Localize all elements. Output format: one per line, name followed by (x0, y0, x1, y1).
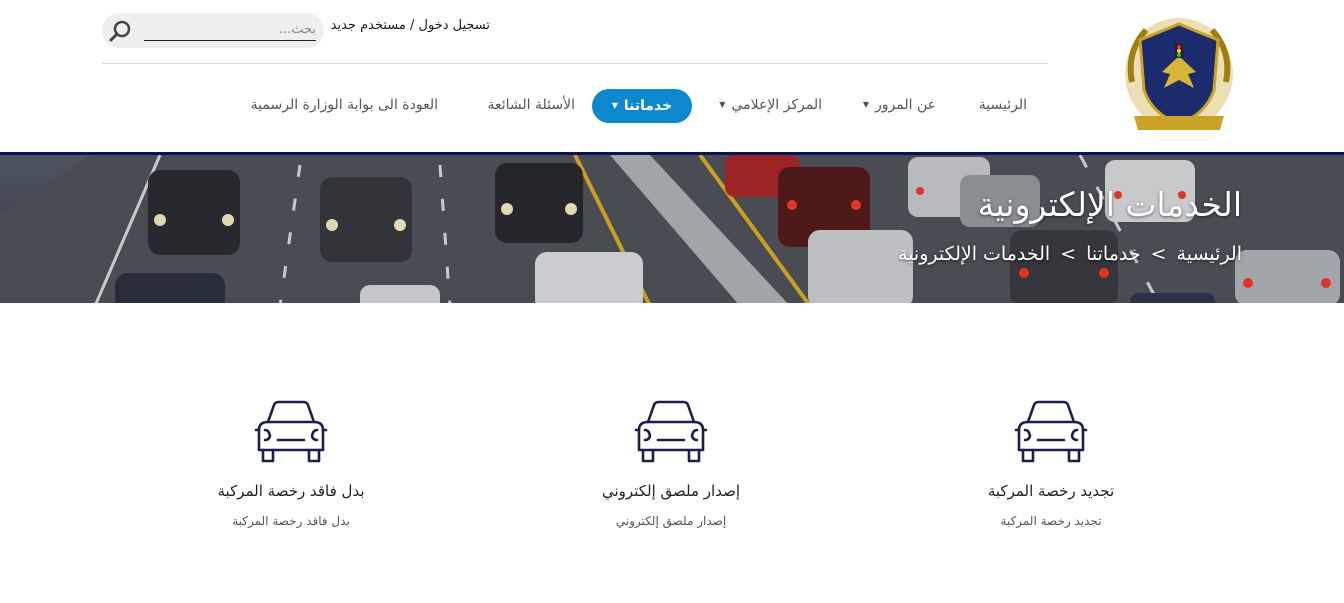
main-nav: الرئيسية عن المرور ▼ المركز الإعلامي ▼ خدم… (230, 88, 1040, 124)
page-title: الخدمات الإلكترونية (977, 185, 1242, 224)
nav-item-media-center[interactable]: المركز الإعلامي ▼ (712, 88, 822, 122)
page-banner: الخدمات الإلكترونية الرئيسية > خدماتنا > الخ… (0, 152, 1344, 303)
breadcrumb-current: الخدمات الإلكترونية (898, 243, 1051, 265)
nav-item-label: عن المرور (875, 97, 936, 113)
caret-down-icon: ▼ (862, 100, 870, 109)
register-link[interactable]: مستخدم جديد (331, 18, 406, 33)
account-separator: / (405, 18, 419, 33)
ministry-logo[interactable] (1122, 12, 1236, 136)
car-icon (254, 400, 328, 463)
nav-item-ministry-portal[interactable]: العودة الى بوابة الوزارة الرسمية (242, 88, 438, 122)
nav-item-label: العودة الى بوابة الوزارة الرسمية (250, 97, 438, 113)
header-divider (102, 63, 1048, 64)
breadcrumb: الرئيسية > خدماتنا > الخدمات الإلكترونية (898, 243, 1242, 265)
service-description: تجديد رخصة المركبة (1000, 514, 1102, 528)
service-card-lost-license[interactable]: بدل فاقد رخصة المركبة بدل فاقد رخصة المر… (131, 400, 451, 550)
nav-item-home[interactable]: الرئيسية (975, 88, 1027, 122)
service-card-renew-license[interactable]: تجديد رخصة المركبة تجديد رخصة المركبة (891, 400, 1211, 550)
nav-item-about[interactable]: عن المرور ▼ (860, 88, 936, 122)
nav-item-services[interactable]: خدماتنا ▼ (592, 89, 692, 123)
car-icon (634, 400, 708, 463)
emblem-icon (1125, 18, 1233, 130)
service-card-electronic-sticker[interactable]: إصدار ملصق إلكتروني إصدار ملصق إلكتروني (511, 400, 831, 550)
nav-item-label: الرئيسية (978, 97, 1027, 113)
search-input[interactable] (144, 19, 316, 41)
search-icon[interactable] (108, 18, 134, 44)
nav-item-faq[interactable]: الأسئلة الشائعة (475, 88, 576, 122)
nav-item-label: خدماتنا (623, 98, 673, 114)
site-header: تسجيل دخول / مستخدم جديد الرئيسية عن الم… (0, 0, 1344, 152)
service-description: إصدار ملصق إلكتروني (615, 514, 727, 528)
service-title: بدل فاقد رخصة المركبة (217, 482, 365, 500)
highway-traffic-image (0, 155, 1344, 303)
car-icon (1014, 400, 1088, 463)
breadcrumb-home[interactable]: الرئيسية (1177, 243, 1242, 265)
search-box (102, 13, 324, 48)
service-title: تجديد رخصة المركبة (987, 482, 1115, 500)
nav-item-label: الأسئلة الشائعة (487, 97, 576, 113)
service-title: إصدار ملصق إلكتروني (602, 482, 740, 500)
service-description: بدل فاقد رخصة المركبة (232, 514, 350, 528)
caret-down-icon: ▼ (719, 100, 726, 109)
breadcrumb-separator: > (1060, 243, 1077, 265)
caret-down-icon: ▼ (611, 101, 618, 110)
breadcrumb-services[interactable]: خدماتنا (1086, 243, 1141, 265)
breadcrumb-separator: > (1150, 243, 1167, 265)
nav-item-label: المركز الإعلامي (731, 97, 822, 113)
account-links: تسجيل دخول / مستخدم جديد (330, 18, 490, 38)
login-link[interactable]: تسجيل دخول (419, 18, 491, 33)
